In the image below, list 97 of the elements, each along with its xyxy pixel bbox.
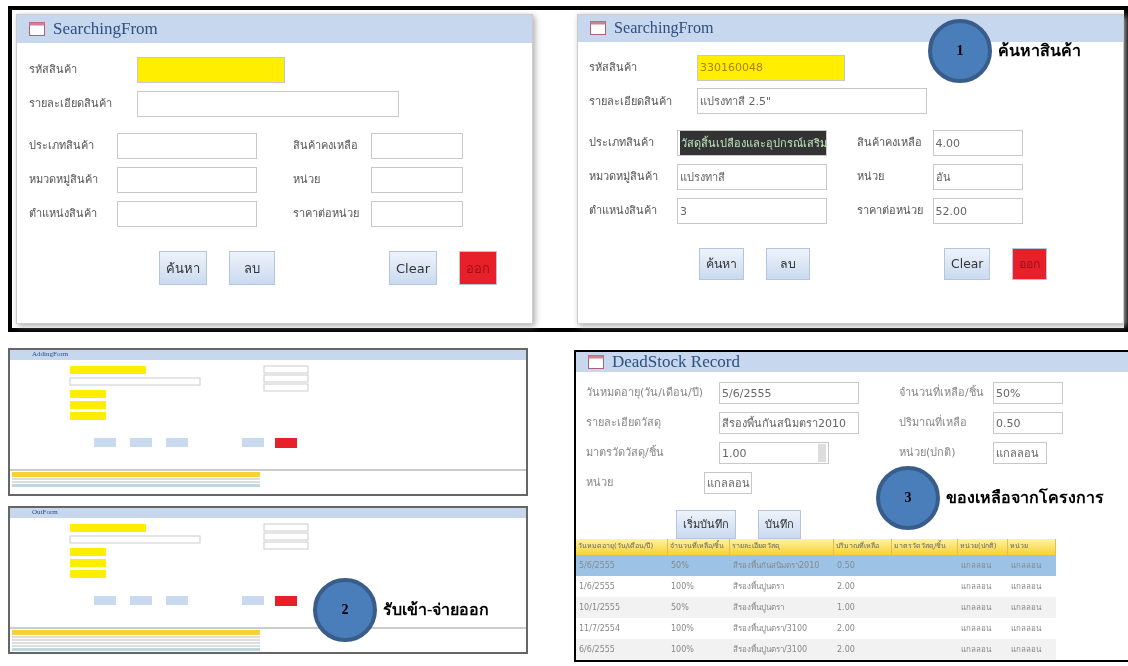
field-label: ปริมาณที่เหลือ — [899, 413, 968, 432]
field-label: ราคาต่อหน่วย — [857, 203, 924, 220]
form-icon — [588, 355, 604, 369]
input-field[interactable] — [371, 133, 463, 159]
form-button[interactable]: ค้นหา — [159, 251, 207, 285]
field-label: ราคาต่อหน่วย — [293, 206, 360, 223]
table-cell: แกลลอน — [1011, 623, 1041, 633]
field-label: หมวดหมู่สินค้า — [589, 169, 660, 186]
input-field[interactable]: แกลลอน — [704, 472, 752, 494]
form-button[interactable]: ลบ — [229, 251, 275, 285]
form-icon — [29, 22, 45, 36]
table-cell: 100% — [671, 644, 694, 654]
table-cell: สีรองพื้นปูนตรา/3100 — [733, 644, 808, 654]
field-label: รายละเอียดสินค้า — [589, 93, 674, 110]
field-label: หน่วย(ปกติ) — [899, 445, 957, 462]
form-button[interactable]: ลบ — [766, 247, 811, 280]
table-cell: 11/7/2554 — [579, 623, 621, 633]
table-cell: สีรองพื้นปูนตรา/3100 — [733, 623, 808, 633]
field-label: สินค้าคงเหลือ — [293, 138, 359, 155]
table-cell: แกลลอน — [1011, 581, 1041, 591]
field-label: มาตรวัดวัสดุ/ชิ้น — [586, 444, 665, 462]
table-cell: สีรองพื้นปูนตรา — [733, 581, 784, 591]
input-field[interactable] — [137, 91, 399, 117]
product-code-field[interactable]: 330160048 — [697, 54, 845, 81]
window-title: SearchingFrom — [614, 19, 714, 38]
table-cell: 2.00 — [837, 581, 855, 591]
window-title: SearchingFrom — [53, 19, 158, 39]
field-label: สินค้าคงเหลือ — [857, 135, 923, 152]
input-field[interactable]: วัสดุสิ้นเปลืองและอุปกรณ์เสริม — [677, 130, 827, 157]
table-cell: 100% — [671, 623, 694, 633]
input-field[interactable] — [117, 167, 257, 193]
table-row[interactable]: 10/1/2555 50% สีรองพื้นปูนตรา 1.00 แกลลอน แกลลอน — [576, 596, 1056, 618]
callout-label: รับเข้า-จ่ายออก — [383, 599, 490, 620]
table-cell: แกลลอน — [961, 581, 991, 591]
callout-label: ของเหลือจากโครงการ — [946, 487, 1104, 508]
field-label: ตำแหน่งสินค้า — [29, 206, 98, 223]
table-cell: 0.50 — [837, 560, 855, 570]
callout-label: ค้นหาสินค้า — [998, 40, 1081, 61]
form-button[interactable]: Clear — [944, 247, 991, 280]
input-field[interactable] — [371, 201, 463, 227]
field-label: วันหมดอายุ(วัน/เดือน/ปี) — [586, 385, 704, 402]
form-icon — [590, 21, 606, 36]
window-title: DeadStock Record — [612, 352, 740, 372]
input-field[interactable]: แปรงทาสี — [677, 164, 827, 191]
table-cell: แกลลอน — [1011, 560, 1041, 570]
form-button[interactable]: บันทึก — [758, 510, 801, 539]
table-cell: 10/1/2555 — [579, 602, 621, 612]
field-label: รายละเอียดสินค้า — [29, 96, 113, 113]
input-field[interactable]: แกลลอน — [993, 442, 1047, 464]
field-label: รหัสสินค้า — [589, 60, 639, 76]
input-field[interactable]: 3 — [677, 198, 827, 225]
table-cell: แกลลอน — [961, 560, 991, 570]
table-cell: 6/6/2555 — [579, 644, 615, 654]
input-field[interactable]: 52.00 — [932, 198, 1023, 225]
form-button[interactable]: Clear — [389, 251, 437, 285]
table-cell: 50% — [671, 602, 689, 612]
field-label: ตำแหน่งสินค้า — [589, 203, 659, 220]
input-field[interactable] — [117, 201, 257, 227]
field-label: ประเภทสินค้า — [29, 138, 95, 155]
input-field[interactable]: 4.00 — [932, 130, 1023, 157]
table-cell: แกลลอน — [961, 623, 991, 633]
table-cell: 50% — [671, 560, 689, 570]
table-cell: แกลลอน — [961, 644, 991, 654]
form-button[interactable]: เริ่มบันทึก — [676, 510, 736, 539]
field-label: หมวดหมู่สินค้า — [29, 172, 99, 189]
table-cell: 1/6/2555 — [579, 581, 615, 591]
table-cell: สีรองพื้นกันสนิมตรา2010 — [733, 560, 820, 570]
input-field[interactable]: สีรองพื้นกันสนิมตรา2010 — [719, 412, 859, 434]
input-field[interactable]: 50% — [993, 382, 1063, 404]
field-label: ประเภทสินค้า — [589, 135, 656, 152]
table-cell: 5/6/2555 — [579, 560, 615, 570]
input-field[interactable]: อัน — [932, 164, 1023, 191]
field-label: จำนวนที่เหลือ/ชิ้น — [899, 383, 985, 402]
input-field[interactable]: แปรงทาสี 2.5" — [697, 88, 927, 115]
field-label: หน่วย — [857, 169, 885, 186]
table-cell: สีรองพื้นปูนตรา — [733, 602, 784, 612]
input-field[interactable] — [371, 167, 463, 193]
input-field[interactable]: 0.50 — [993, 412, 1063, 434]
field-label: หน่วย — [586, 475, 614, 492]
dropdown-field[interactable]: 1.00 — [719, 442, 829, 464]
table-cell: แกลลอน — [1011, 644, 1041, 654]
form-button[interactable]: ค้นหา — [699, 247, 745, 280]
table-cell: 2.00 — [837, 623, 855, 633]
product-code-field[interactable] — [137, 57, 285, 83]
table-row[interactable]: 6/6/2555 100% สีรองพื้นปูนตรา/3100 2.00 แกลลอน แกลลอน — [576, 638, 1056, 660]
field-label: รหัสสินค้า — [29, 62, 78, 79]
input-field[interactable] — [117, 133, 257, 159]
number-circle: 3 — [876, 466, 940, 530]
field-label: หน่วย — [293, 172, 321, 189]
table-cell: แกลลอน — [961, 602, 991, 612]
input-field[interactable]: 5/6/2555 — [719, 382, 859, 404]
number-circle: 1 — [928, 19, 992, 83]
table-cell: 100% — [671, 581, 694, 591]
table-cell: แกลลอน — [1011, 602, 1041, 612]
field-label: รายละเอียดวัสดุ — [586, 415, 662, 432]
table-cell: 2.00 — [837, 644, 855, 654]
table-cell: 1.00 — [837, 602, 855, 612]
